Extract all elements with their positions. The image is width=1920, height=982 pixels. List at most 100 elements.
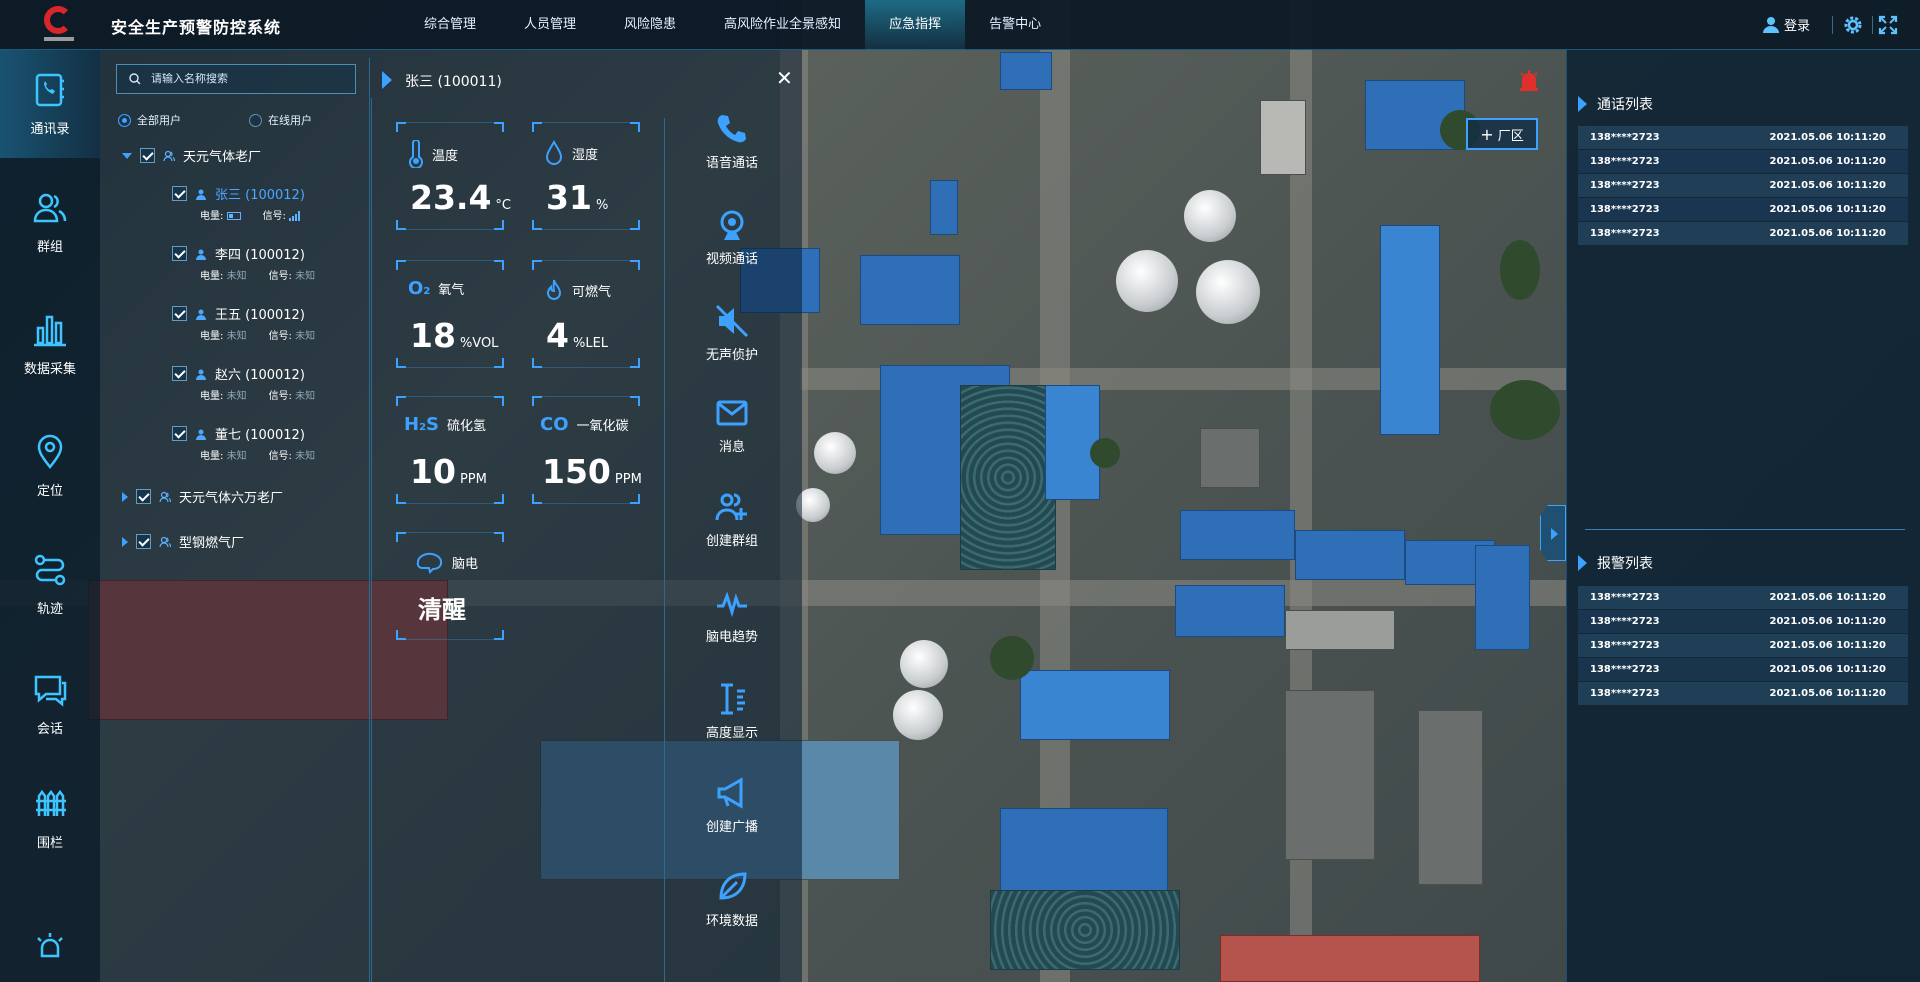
- sidebar-item-groups[interactable]: 群组: [0, 168, 100, 276]
- group-name[interactable]: 天元气体六万老厂: [179, 487, 283, 506]
- sidebar-item-chat[interactable]: 会话: [0, 650, 100, 758]
- list-item[interactable]: 138****2723 2021.05.06 10:11:20: [1578, 658, 1908, 681]
- tree-user-row[interactable]: 王五 (100012): [172, 304, 305, 323]
- phone-number: 138****2723: [1590, 640, 1660, 651]
- sidebar-item-data-collection[interactable]: 数据采集: [0, 290, 100, 398]
- list-item[interactable]: 138****2723 2021.05.06 10:11:20: [1578, 682, 1908, 705]
- environment-data-button[interactable]: 环境数据: [664, 870, 800, 960]
- metric-label: 硫化氢: [447, 419, 487, 434]
- fullscreen-icon[interactable]: [1878, 15, 1898, 35]
- list-item[interactable]: 138****2723 2021.05.06 10:11:20: [1578, 150, 1908, 173]
- nav-item-alarm-center[interactable]: 告警中心: [965, 0, 1065, 50]
- metric-unit: %VOL: [459, 336, 499, 351]
- phone-icon: [717, 115, 746, 143]
- phone-number: 138****2723: [1590, 180, 1660, 191]
- user-checkbox[interactable]: [172, 246, 187, 261]
- close-button[interactable]: ✕: [776, 66, 793, 90]
- group-icon: [159, 491, 171, 502]
- group-checkbox[interactable]: [136, 534, 151, 549]
- tree-user-row[interactable]: 张三 (100012): [172, 184, 305, 203]
- list-item[interactable]: 138****2723 2021.05.06 10:11:20: [1578, 174, 1908, 197]
- tree-user-row[interactable]: 董七 (100012): [172, 424, 305, 443]
- radio-label: 全部用户: [137, 114, 181, 127]
- call-list: 138****2723 2021.05.06 10:11:20 138****27…: [1578, 126, 1908, 246]
- create-broadcast-button[interactable]: 创建广播: [664, 776, 800, 866]
- user-checkbox[interactable]: [172, 306, 187, 321]
- user-name[interactable]: 赵六 (100012): [215, 364, 305, 383]
- search-input[interactable]: [151, 73, 331, 85]
- timestamp: 2021.05.06 10:11:20: [1769, 640, 1887, 651]
- list-item[interactable]: 138****2723 2021.05.06 10:11:20: [1578, 222, 1908, 245]
- silent-monitor-button[interactable]: 无声侦护: [664, 304, 800, 394]
- gear-icon[interactable]: [1843, 15, 1863, 35]
- alarm-light-icon[interactable]: [1518, 68, 1540, 92]
- nav-item-overview[interactable]: 综合管理: [400, 0, 500, 50]
- user-name[interactable]: 张三 (100012): [215, 184, 305, 203]
- list-item[interactable]: 138****2723 2021.05.06 10:11:20: [1578, 586, 1908, 609]
- nav-item-high-risk-ops[interactable]: 高风险作业全景感知: [700, 0, 865, 50]
- voice-call-button[interactable]: 语音通话: [664, 112, 800, 202]
- list-item[interactable]: 138****2723 2021.05.06 10:11:20: [1578, 610, 1908, 633]
- sidebar-item-label: 围栏: [36, 835, 63, 851]
- divider: [1832, 16, 1833, 34]
- create-group-button[interactable]: 创建群组: [664, 490, 800, 580]
- expand-caret-icon[interactable]: [122, 491, 128, 502]
- user-checkbox[interactable]: [172, 186, 187, 201]
- phone-number: 138****2723: [1590, 132, 1660, 143]
- tree-user-row[interactable]: 李四 (100012): [172, 244, 305, 263]
- expand-caret-icon[interactable]: [122, 536, 128, 547]
- sidebar-item-fence[interactable]: 围栏: [0, 764, 100, 872]
- metric-unit: PPM: [614, 472, 642, 487]
- user-name[interactable]: 王五 (100012): [215, 304, 305, 323]
- group-checkbox[interactable]: [140, 148, 155, 163]
- nav-item-emergency[interactable]: 应急指挥: [865, 0, 966, 50]
- metric-temperature: 温度 23.4 °C: [396, 122, 511, 230]
- action-label: 视频通话: [705, 252, 758, 267]
- zone-button[interactable]: + 厂区: [1466, 118, 1538, 150]
- sidebar-item-more[interactable]: [0, 930, 100, 982]
- user-checkbox[interactable]: [172, 366, 187, 381]
- list-item[interactable]: 138****2723 2021.05.06 10:11:20: [1578, 198, 1908, 221]
- panel-collapse-toggle[interactable]: [1540, 505, 1566, 561]
- sidebar-item-location[interactable]: 定位: [0, 412, 100, 520]
- tree-user-row[interactable]: 赵六 (100012): [172, 364, 305, 383]
- radio-all-users[interactable]: 全部用户: [118, 112, 181, 128]
- divider: [371, 98, 372, 982]
- thermometer-icon: [409, 140, 423, 168]
- signal-label: 信号:: [262, 211, 286, 222]
- user-name[interactable]: 李四 (100012): [215, 244, 305, 263]
- metric-label: 温度: [432, 148, 459, 164]
- user-name[interactable]: 董七 (100012): [215, 424, 305, 443]
- company-logo: [40, 6, 76, 44]
- eeg-trend-button[interactable]: 脑电趋势: [664, 586, 800, 676]
- water-drop-icon: [545, 140, 563, 165]
- list-item[interactable]: 138****2723 2021.05.06 10:11:20: [1578, 634, 1908, 657]
- login-button[interactable]: 登录: [1762, 15, 1810, 34]
- metric-unit: %: [595, 198, 609, 213]
- height-display-button[interactable]: 高度显示: [664, 682, 800, 772]
- list-item[interactable]: 138****2723 2021.05.06 10:11:20: [1578, 126, 1908, 149]
- nav-item-risk[interactable]: 风险隐患: [600, 0, 700, 50]
- expand-caret-icon[interactable]: [122, 152, 132, 159]
- alarm-list: 138****2723 2021.05.06 10:11:20 138****27…: [1578, 586, 1908, 706]
- sidebar-item-contacts[interactable]: 通讯录: [0, 50, 100, 158]
- nav-item-personnel[interactable]: 人员管理: [500, 0, 600, 50]
- timestamp: 2021.05.06 10:11:20: [1769, 592, 1887, 603]
- sidebar-item-trajectory[interactable]: 轨迹: [0, 530, 100, 638]
- signal-value: 未知: [295, 331, 316, 342]
- group-name[interactable]: 型钢燃气厂: [179, 532, 244, 551]
- detail-title: 张三 (100011): [405, 74, 502, 90]
- signal-value: 未知: [295, 391, 316, 402]
- brain-icon: [416, 552, 443, 574]
- battery-value: 未知: [226, 271, 247, 282]
- message-button[interactable]: 消息: [664, 396, 800, 486]
- user-checkbox[interactable]: [172, 426, 187, 441]
- group-checkbox[interactable]: [136, 489, 151, 504]
- metric-label: 湿度: [572, 147, 599, 163]
- radio-online-users[interactable]: 在线用户: [249, 112, 312, 128]
- user-status: 电量: 未知 信号: 未知: [200, 327, 315, 342]
- battery-value: 未知: [226, 451, 247, 462]
- battery-label: 电量:: [200, 211, 224, 222]
- video-call-button[interactable]: 视频通话: [664, 208, 800, 298]
- group-name[interactable]: 天元气体老厂: [183, 146, 261, 165]
